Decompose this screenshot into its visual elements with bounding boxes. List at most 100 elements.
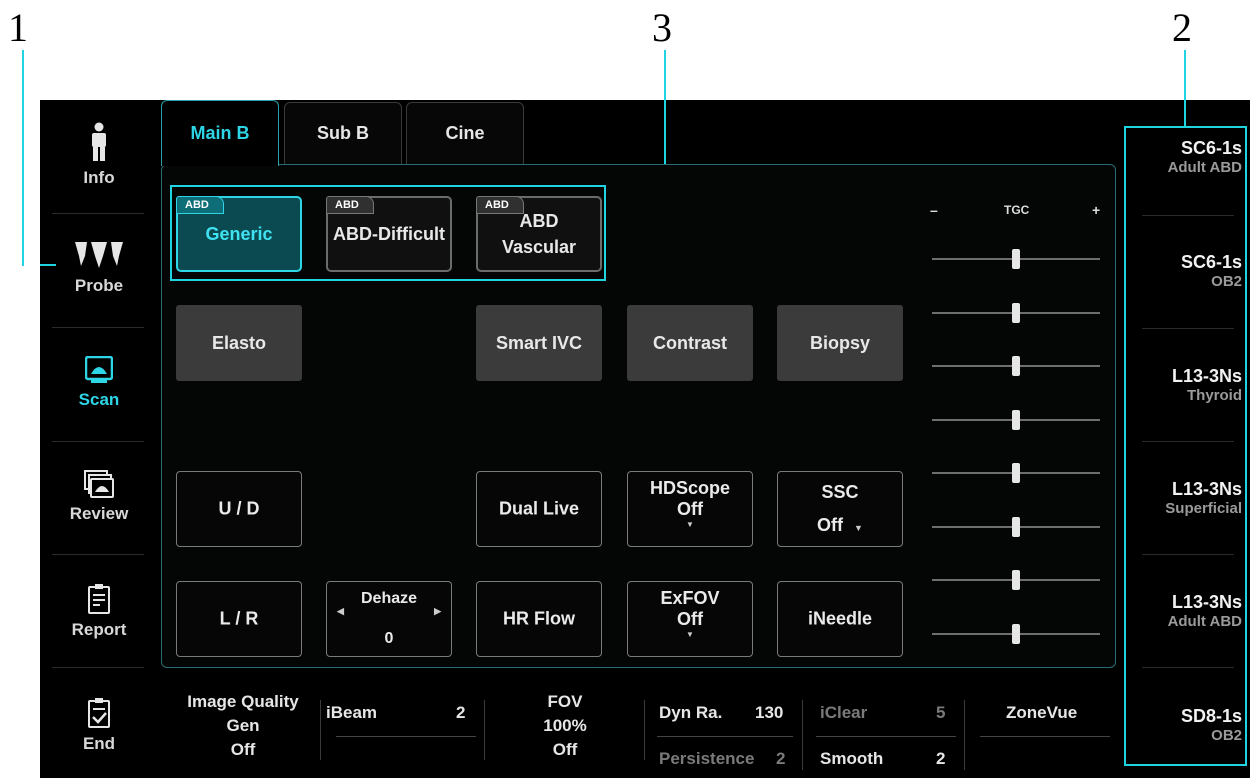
image-quality-control[interactable]: Image Quality Gen Off xyxy=(178,690,308,762)
callout-3: 3 xyxy=(652,5,672,50)
divider xyxy=(1142,441,1234,442)
sidebar-item-label: End xyxy=(82,734,116,753)
tab-sub-b[interactable]: Sub B xyxy=(284,102,402,164)
zonevue-button[interactable]: ZoneVue xyxy=(1006,703,1077,723)
probe-preset: OB2 xyxy=(1211,727,1242,744)
tgc-slider-knob[interactable] xyxy=(1012,409,1020,430)
sidebar-item-review[interactable]: Review xyxy=(40,470,158,524)
probe-item[interactable]: L13-3Ns Superficial xyxy=(1165,479,1242,517)
iclear-label[interactable]: iClear xyxy=(820,703,867,723)
tgc-label: TGC xyxy=(1004,203,1030,217)
fov-off: Off xyxy=(552,740,578,759)
tgc-slider[interactable] xyxy=(932,302,1100,323)
tgc-slider-knob[interactable] xyxy=(1012,302,1020,323)
tgc-slider-knob[interactable] xyxy=(1012,463,1020,483)
report-icon xyxy=(88,584,110,614)
ssc-button[interactable]: SSC Off ▼ xyxy=(777,471,903,547)
ineedle-label: iNeedle xyxy=(807,608,873,629)
divider xyxy=(644,700,645,760)
left-arrow-icon[interactable]: ◀ xyxy=(337,606,344,617)
divider xyxy=(52,441,144,442)
sidebar-item-scan[interactable]: Scan xyxy=(40,356,158,410)
probe-item[interactable]: L13-3Ns Thyroid xyxy=(1172,366,1242,404)
tgc-slider-knob[interactable] xyxy=(1012,249,1020,269)
probe-item[interactable]: SC6-1s Adult ABD xyxy=(1168,138,1242,176)
fov-control[interactable]: FOV 100% Off xyxy=(510,690,620,762)
ssc-value: Off xyxy=(817,515,844,535)
contrast-button[interactable]: Contrast xyxy=(627,305,753,381)
fov-label: FOV xyxy=(547,692,583,711)
preset-abd-difficult[interactable]: ABD ABD-Difficult xyxy=(326,196,452,272)
left-right-button[interactable]: L / R xyxy=(176,581,302,657)
tgc-slider[interactable] xyxy=(932,356,1100,376)
tgc-slider-knob[interactable] xyxy=(1012,516,1020,537)
tgc-slider-knob[interactable] xyxy=(1012,623,1020,644)
probe-item[interactable]: SC6-1s OB2 xyxy=(1181,252,1242,290)
sidebar-item-label: Scan xyxy=(78,390,120,409)
elasto-button[interactable]: Elasto xyxy=(176,305,302,381)
probe-preset: Superficial xyxy=(1165,500,1242,517)
exfov-button[interactable]: ExFOV Off ▼ xyxy=(627,581,753,657)
persistence-label[interactable]: Persistence xyxy=(659,749,754,769)
ssc-label: SSC xyxy=(821,482,859,502)
sidebar-item-end[interactable]: End xyxy=(40,698,158,754)
sidebar-item-info[interactable]: Info xyxy=(40,122,158,188)
preset-tag: ABD xyxy=(326,196,374,214)
probe-name: L13-3Ns xyxy=(1171,479,1242,499)
right-arrow-icon[interactable]: ▶ xyxy=(434,606,441,617)
preset-label: ABD-Difficult xyxy=(333,223,445,244)
tgc-slider-knob[interactable] xyxy=(1012,356,1020,376)
tgc-slider[interactable] xyxy=(932,463,1100,483)
dyn-range-underline xyxy=(657,736,793,737)
tgc-slider[interactable] xyxy=(932,516,1100,537)
preset-label-line1: ABD xyxy=(519,211,559,231)
hdscope-label: HDScope xyxy=(649,478,730,498)
sidebar-item-label: Report xyxy=(71,620,127,639)
ibeam-label[interactable]: iBeam xyxy=(326,703,377,723)
smooth-label[interactable]: Smooth xyxy=(820,749,883,769)
divider xyxy=(1142,215,1234,216)
preset-generic[interactable]: ABD Generic xyxy=(176,196,302,272)
dehaze-control[interactable]: Dehaze ◀ ▶ 0 xyxy=(326,581,452,657)
preset-label: Generic xyxy=(205,223,273,244)
image-quality-off: Off xyxy=(230,740,256,759)
persistence-value: 2 xyxy=(776,749,786,768)
probe-item[interactable]: L13-3Ns Adult ABD xyxy=(1168,592,1242,630)
tgc-slider[interactable] xyxy=(932,249,1100,269)
probe-name: SC6-1s xyxy=(1180,138,1242,158)
preset-label-line2: Vascular xyxy=(501,237,577,257)
tab-cine[interactable]: Cine xyxy=(406,102,524,164)
tgc-slider[interactable] xyxy=(932,409,1100,430)
divider xyxy=(52,327,144,328)
up-down-button[interactable]: U / D xyxy=(176,471,302,547)
probe-preset: Thyroid xyxy=(1187,387,1242,404)
tgc-slider-knob[interactable] xyxy=(1012,570,1020,590)
dual-live-button[interactable]: Dual Live xyxy=(476,471,602,547)
sidebar-item-report[interactable]: Report xyxy=(40,584,158,640)
hdscope-button[interactable]: HDScope Off ▼ xyxy=(627,471,753,547)
dehaze-arrows: ◀ ▶ xyxy=(327,606,451,618)
hr-flow-button[interactable]: HR Flow xyxy=(476,581,602,657)
tab-main-b[interactable]: Main B xyxy=(161,100,279,166)
dyn-range-label[interactable]: Dyn Ra. xyxy=(659,703,722,723)
biopsy-button[interactable]: Biopsy xyxy=(777,305,903,381)
probe-name: SC6-1s xyxy=(1180,252,1242,272)
divider xyxy=(52,213,144,214)
tgc-slider[interactable] xyxy=(932,623,1100,644)
divider xyxy=(802,700,803,770)
tgc-slider[interactable] xyxy=(932,570,1100,590)
preset-abd-vascular[interactable]: ABD ABD Vascular xyxy=(476,196,602,272)
review-icon xyxy=(84,470,114,498)
callout-2: 2 xyxy=(1172,5,1192,50)
sidebar-item-probe[interactable]: Probe xyxy=(40,240,158,296)
probe-item[interactable]: SD8-1s OB2 xyxy=(1181,706,1242,744)
hr-flow-label: HR Flow xyxy=(503,608,575,629)
ibeam-value: 2 xyxy=(456,703,466,722)
divider xyxy=(1142,554,1234,555)
exfov-value: Off xyxy=(677,609,703,629)
hdscope-value: Off xyxy=(677,499,703,519)
smart-ivc-button[interactable]: Smart IVC xyxy=(476,305,602,381)
sidebar-item-label: Probe xyxy=(74,276,124,295)
ineedle-button[interactable]: iNeedle xyxy=(777,581,903,657)
end-icon xyxy=(88,698,110,728)
